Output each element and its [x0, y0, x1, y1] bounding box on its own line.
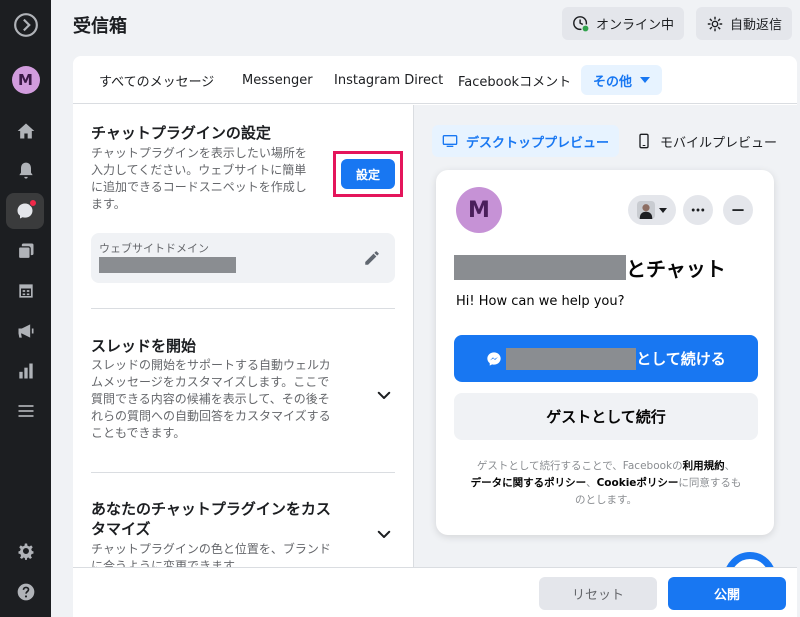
menu-icon[interactable]: [0, 393, 51, 429]
setup-button[interactable]: 設定: [341, 159, 395, 189]
home-icon[interactable]: [0, 113, 51, 149]
tab-desktop-preview[interactable]: デスクトッププレビュー: [432, 125, 620, 157]
tab-mobile-preview[interactable]: モバイルプレビュー: [626, 125, 787, 157]
help-icon[interactable]: [0, 574, 51, 610]
profile-switcher-button[interactable]: [628, 195, 676, 225]
greeting-text: Hi! How can we help you?: [456, 294, 625, 309]
pages-icon[interactable]: [0, 233, 51, 269]
caret-down-icon: [659, 207, 667, 213]
gear-icon[interactable]: [0, 534, 51, 570]
chevron-down-icon[interactable]: [375, 386, 393, 404]
insights-icon[interactable]: [0, 353, 51, 389]
website-domain-value-redacted: [99, 257, 236, 273]
settings-panel: チャットプラグインの設定 チャットプラグインを表示したい場所を 入力してください…: [73, 105, 413, 567]
chevron-down-icon[interactable]: [375, 525, 393, 543]
messenger-icon: [487, 351, 501, 366]
left-nav-rail: M: [0, 0, 51, 617]
reset-button[interactable]: リセット: [539, 577, 657, 610]
data-policy-link[interactable]: データに関するポリシー: [471, 477, 587, 489]
action-bar: リセット 公開: [73, 567, 797, 617]
inbox-icon[interactable]: [6, 193, 44, 229]
megaphone-icon[interactable]: [0, 313, 51, 349]
publish-button[interactable]: 公開: [668, 577, 786, 610]
tab-all-messages[interactable]: すべてのメッセージ: [99, 65, 214, 95]
tab-more-label: その他: [593, 74, 633, 90]
avatar: M: [11, 66, 40, 94]
page-name-redacted: [454, 254, 626, 280]
bell-icon[interactable]: [0, 153, 51, 189]
online-status-label: オンライン中: [596, 18, 675, 33]
continue-as-user-button[interactable]: として続ける: [454, 335, 758, 382]
chat-heading-suffix: とチャット: [626, 256, 726, 281]
chat-launcher-button[interactable]: [724, 552, 776, 567]
minimize-icon[interactable]: [723, 195, 753, 225]
continue-suffix: として続ける: [636, 350, 726, 368]
caret-down-icon: [640, 77, 651, 83]
mobile-preview-label: モバイルプレビュー: [660, 135, 778, 151]
account-avatar[interactable]: M: [0, 62, 51, 98]
chat-plugin-setup-description: チャットプラグインを表示したい場所を 入力してください。ウェブサイトに簡単 に追…: [91, 146, 307, 211]
chat-heading: とチャット: [454, 254, 726, 281]
customize-plugin-description: チャットプラグインの色と位置を、ブランド に合うように変更できます。: [91, 542, 331, 567]
calendar-icon[interactable]: [0, 273, 51, 309]
user-photo-icon: [637, 201, 655, 219]
section-divider: [91, 472, 395, 473]
auto-reply-label: 自動返信: [730, 18, 783, 33]
auto-reply-icon: [707, 16, 723, 31]
page-avatar: M: [456, 187, 502, 233]
setup-button-highlight: 設定: [333, 151, 403, 197]
tab-facebook-comments[interactable]: Facebookコメント: [458, 65, 571, 95]
website-domain-label: ウェブサイトドメイン: [99, 242, 209, 255]
desktop-icon: [442, 135, 458, 147]
chat-widget-preview: M とチャット Hi! How can we help you? として続ける …: [436, 170, 774, 535]
start-thread-title: スレッドを開始: [91, 337, 197, 355]
chat-plugin-card: すべてのメッセージ Messenger Instagram Direct Fac…: [73, 56, 797, 617]
clock-status-icon: [573, 15, 590, 33]
start-thread-description: スレッドの開始をサポートする自動ウェルカ ムメッセージをカスタマイズします。ここ…: [91, 358, 331, 440]
guest-terms-text: ゲストとして続行することで、Facebookの利用規約、 データに関するポリシー…: [470, 460, 742, 506]
mobile-phone-icon: [639, 133, 649, 149]
online-status-button[interactable]: オンライン中: [562, 7, 685, 40]
chat-plugin-setup-title: チャットプラグインの設定: [91, 124, 271, 142]
pencil-edit-icon[interactable]: [363, 249, 381, 267]
inbox-tabs: すべてのメッセージ Messenger Instagram Direct Fac…: [73, 56, 797, 104]
user-name-redacted: [506, 347, 637, 370]
more-options-icon[interactable]: [683, 195, 713, 225]
tab-messenger[interactable]: Messenger: [242, 65, 313, 95]
tab-more[interactable]: その他: [581, 65, 663, 95]
cookie-policy-link[interactable]: Cookieポリシー: [597, 477, 679, 489]
section-divider: [91, 308, 395, 309]
website-domain-field[interactable]: ウェブサイトドメイン: [91, 233, 395, 283]
terms-of-service-link[interactable]: 利用規約: [683, 460, 725, 472]
auto-reply-button[interactable]: 自動返信: [696, 7, 793, 40]
preview-panel: デスクトッププレビュー モバイルプレビュー M とチャット Hi! How ca…: [414, 105, 797, 567]
continue-as-guest-button[interactable]: ゲストとして続行: [454, 393, 758, 440]
meta-business-logo-icon[interactable]: [0, 7, 51, 43]
notification-dot: [29, 199, 37, 207]
desktop-preview-label: デスクトッププレビュー: [466, 135, 610, 151]
tab-instagram-direct[interactable]: Instagram Direct: [334, 65, 443, 95]
customize-plugin-title: あなたのチャットプラグインをカス タマイズ: [91, 500, 331, 538]
page-title: 受信箱: [73, 16, 127, 37]
